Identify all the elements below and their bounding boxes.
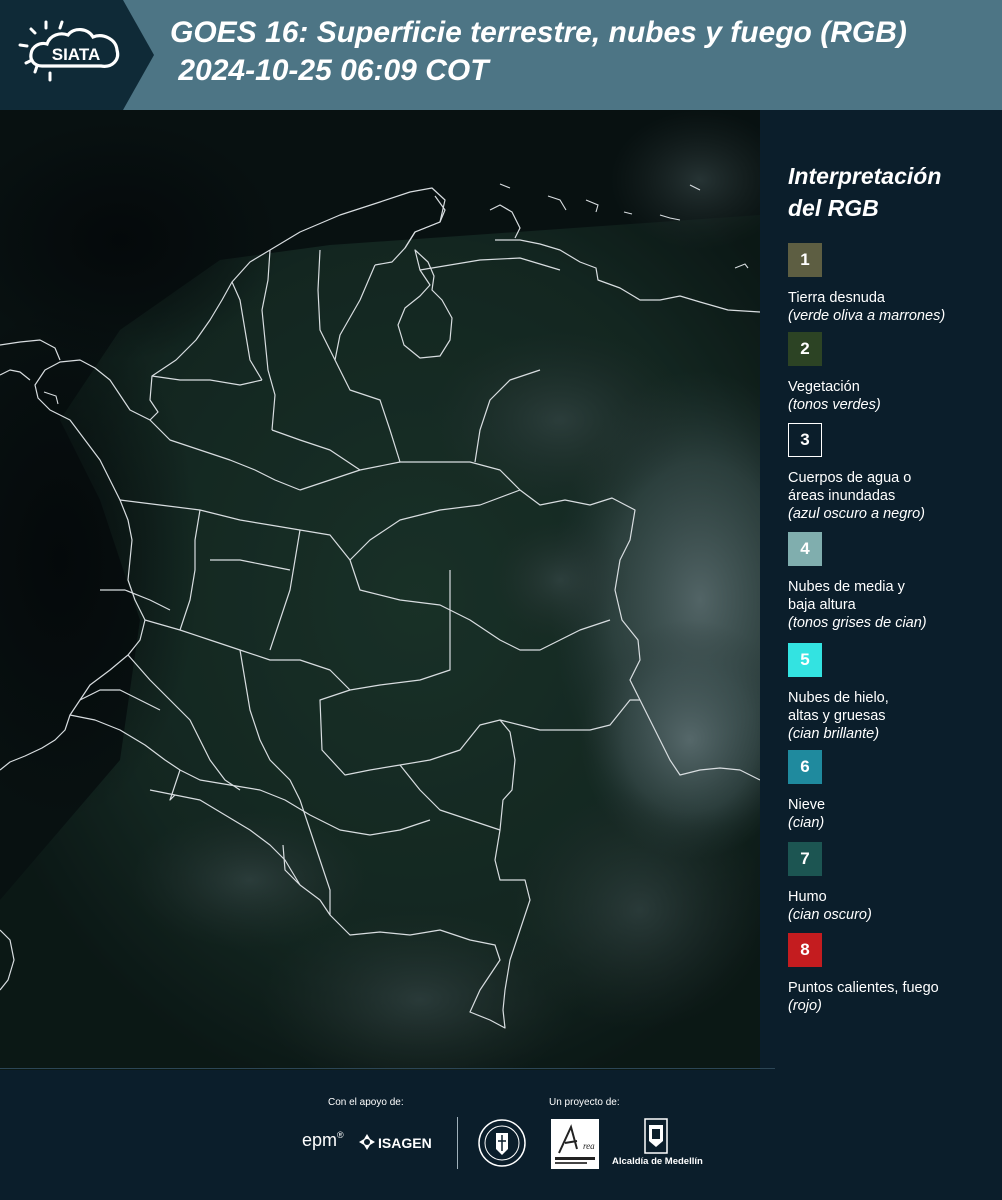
support-label: Con el apoyo de:	[328, 1097, 404, 1108]
project-label: Un proyecto de:	[549, 1097, 620, 1108]
legend-item-line: altas y gruesas	[788, 708, 886, 724]
legend-swatch: 1	[788, 243, 822, 277]
legend-title: Interpretación del RGB	[788, 160, 993, 224]
legend-item-label: Nieve (cian)	[788, 796, 825, 832]
footer-vertical-divider	[457, 1117, 458, 1169]
legend-item-label: Vegetación (tonos verdes)	[788, 378, 881, 414]
epm-logo-text: epm	[302, 1130, 338, 1150]
legend-item-label: Cuerpos de agua o áreas inundadas (azul os…	[788, 469, 925, 523]
legend-item-line: Nubes de media y	[788, 579, 905, 595]
legend-item: 2 Vegetación (tonos verdes)	[788, 332, 881, 414]
legend-item-line: Puntos calientes, fuego	[788, 980, 939, 996]
legend-item-label: Humo (cian oscuro)	[788, 888, 872, 924]
university-seal-logo[interactable]	[477, 1117, 527, 1169]
legend-item-line: baja altura	[788, 597, 856, 613]
legend-item-subtitle: (rojo)	[788, 998, 822, 1014]
legend-item-subtitle: (tonos verdes)	[788, 397, 881, 413]
siata-logo[interactable]: SIATA	[0, 0, 154, 110]
legend-item-subtitle: (cian brillante)	[788, 726, 880, 742]
legend-item: 6 Nieve (cian)	[788, 750, 825, 832]
legend-item-line: áreas inundadas	[788, 488, 896, 504]
legend-item-label: Puntos calientes, fuego (rojo)	[788, 979, 939, 1015]
header-bar: SIATA GOES 16: Superficie terrestre, nub…	[0, 0, 1002, 110]
legend-item: 1 Tierra desnuda (verde oliva a marrones)	[788, 243, 945, 325]
epm-logo[interactable]: epm®	[302, 1130, 344, 1151]
legend-swatch: 3	[788, 423, 822, 457]
legend-item-subtitle: (cian oscuro)	[788, 907, 872, 923]
isagen-icon	[359, 1134, 375, 1150]
legend-swatch: 4	[788, 532, 822, 566]
legend-item-line: Nieve	[788, 797, 826, 813]
isagen-logo-text: ISAGEN	[378, 1135, 432, 1151]
legend-swatch: 7	[788, 842, 822, 876]
footer-divider	[0, 1068, 775, 1069]
alcaldia-medellin-logo[interactable]: Alcaldía de Medellín	[612, 1117, 703, 1169]
legend-title-line-1: Interpretación	[788, 163, 942, 189]
svg-text:rea: rea	[583, 1141, 595, 1151]
page-title: GOES 16: Superficie terrestre, nubes y f…	[170, 14, 907, 90]
area-metropolitana-logo[interactable]: rea	[551, 1119, 599, 1169]
legend-item-label: Nubes de hielo, altas y gruesas (cian bril…	[788, 689, 889, 743]
legend-swatch: 8	[788, 933, 822, 967]
legend-item-line: Tierra desnuda	[788, 290, 885, 306]
legend-item-line: Cuerpos de agua o	[788, 470, 912, 486]
legend-item-line: Humo	[788, 889, 827, 905]
isagen-logo[interactable]: ISAGEN	[358, 1133, 432, 1151]
rgb-legend: Interpretación del RGB 1 Tierra desnuda (v…	[788, 160, 993, 1014]
legend-item: 4 Nubes de media y baja altura (tonos grise…	[788, 532, 927, 632]
logo-text: SIATA	[52, 45, 100, 64]
legend-item-line: Vegetación	[788, 379, 860, 395]
legend-item: 3 Cuerpos de agua o áreas inundadas (azul o…	[788, 423, 925, 523]
title-line-1: GOES 16: Superficie terrestre, nubes y f…	[170, 16, 907, 49]
legend-item: 5 Nubes de hielo, altas y gruesas (cian bri…	[788, 643, 889, 743]
legend-item-subtitle: (tonos grises de cian)	[788, 615, 927, 631]
legend-item-line: Nubes de hielo,	[788, 690, 889, 706]
title-line-2: 2024-10-25 06:09 COT	[170, 54, 489, 87]
legend-title-line-2: del RGB	[788, 195, 879, 221]
legend-item-label: Tierra desnuda (verde oliva a marrones)	[788, 289, 945, 325]
legend-item: 8 Puntos calientes, fuego (rojo)	[788, 933, 939, 1015]
legend-item-label: Nubes de media y baja altura (tonos grises…	[788, 578, 927, 632]
legend-swatch: 5	[788, 643, 822, 677]
legend-item-subtitle: (azul oscuro a negro)	[788, 506, 926, 522]
alcaldia-text: Alcaldía de Medellín	[612, 1156, 703, 1167]
satellite-map[interactable]	[0, 110, 760, 1070]
legend-item-subtitle: (cian)	[788, 815, 825, 831]
legend-swatch: 2	[788, 332, 822, 366]
legend-swatch: 6	[788, 750, 822, 784]
legend-item-subtitle: (verde oliva a marrones)	[788, 308, 946, 324]
legend-item: 7 Humo (cian oscuro)	[788, 842, 872, 924]
